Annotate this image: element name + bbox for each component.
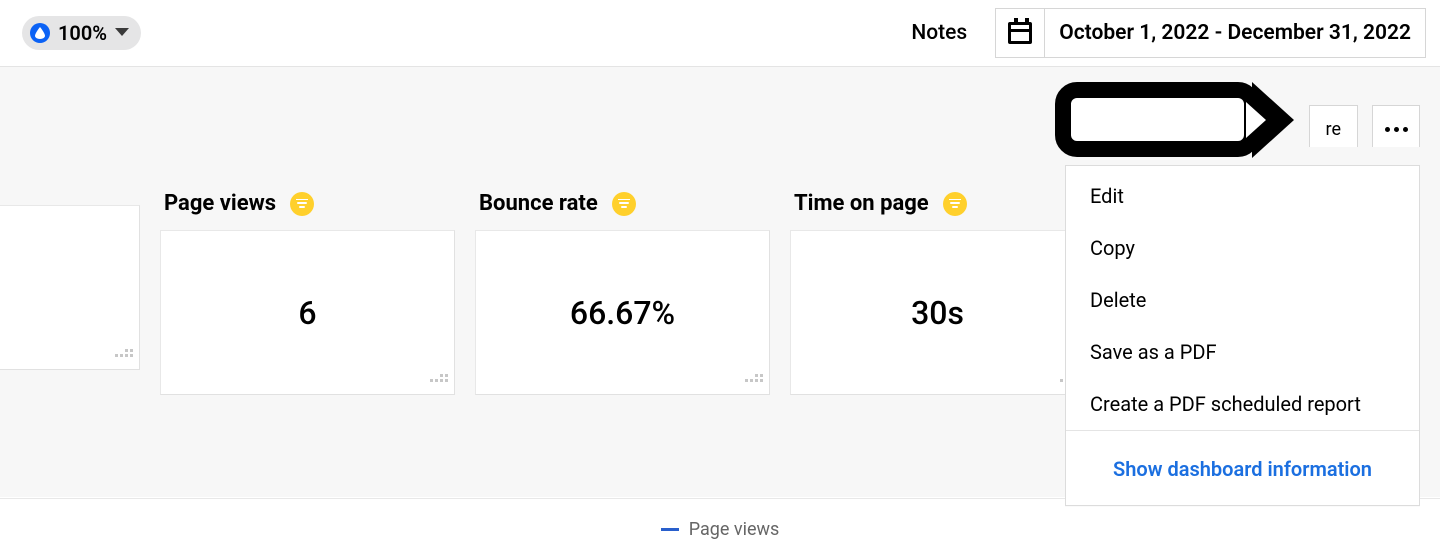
share-button-label: re	[1326, 119, 1341, 140]
toolbar-area: re	[0, 67, 1440, 147]
more-icon	[1394, 127, 1399, 132]
legend-swatch-icon	[661, 528, 679, 531]
more-actions-button[interactable]	[1372, 105, 1420, 153]
droplet-icon	[30, 23, 50, 43]
resize-handle-icon[interactable]	[430, 374, 448, 390]
card-title: Page views	[164, 191, 276, 216]
metric-card-time-on-page: Time on page 30s	[790, 191, 1085, 395]
card-box[interactable]: 30s	[790, 230, 1085, 395]
card-title: Time on page	[794, 191, 929, 216]
card-value: 66.67%	[570, 294, 675, 332]
resize-handle-icon[interactable]	[745, 374, 763, 390]
calendar-icon	[1008, 22, 1032, 44]
menu-item-copy[interactable]: Copy	[1066, 222, 1419, 274]
menu-item-delete[interactable]: Delete	[1066, 274, 1419, 326]
more-icon	[1403, 127, 1408, 132]
metric-card-page-views: Page views 6	[160, 191, 455, 395]
card-value: 30s	[911, 294, 964, 332]
menu-item-dashboard-info[interactable]: Show dashboard information	[1066, 431, 1419, 505]
more-actions-menu: Edit Copy Delete Save as a PDF Create a …	[1065, 165, 1420, 506]
card-box[interactable]	[0, 205, 140, 370]
metric-card-partial	[0, 191, 140, 395]
share-button[interactable]: re	[1309, 105, 1358, 153]
zoom-selector[interactable]: 100%	[22, 16, 141, 50]
more-icon	[1385, 127, 1390, 132]
chart-legend: Page views	[0, 498, 1440, 560]
notes-link[interactable]: Notes	[911, 21, 967, 45]
menu-item-save-pdf[interactable]: Save as a PDF	[1066, 326, 1419, 378]
menu-item-edit[interactable]: Edit	[1066, 166, 1419, 222]
resize-handle-icon[interactable]	[115, 349, 133, 365]
top-bar: 100% Notes October 1, 2022 - December 31…	[0, 0, 1440, 67]
menu-item-schedule-pdf[interactable]: Create a PDF scheduled report	[1066, 378, 1419, 430]
filter-icon[interactable]	[612, 192, 636, 216]
card-value: 6	[298, 294, 316, 332]
topbar-right: Notes October 1, 2022 - December 31, 202…	[911, 8, 1426, 58]
date-range-picker[interactable]: October 1, 2022 - December 31, 2022	[1045, 8, 1426, 58]
date-range-widget: October 1, 2022 - December 31, 2022	[995, 8, 1426, 58]
chevron-down-icon	[115, 28, 129, 38]
filter-icon[interactable]	[943, 192, 967, 216]
metric-card-bounce-rate: Bounce rate 66.67%	[475, 191, 770, 395]
legend-label: Page views	[689, 519, 780, 540]
calendar-button[interactable]	[995, 8, 1045, 58]
filter-icon[interactable]	[290, 192, 314, 216]
card-box[interactable]: 66.67%	[475, 230, 770, 395]
card-title: Bounce rate	[479, 191, 598, 216]
toolbar-right: re	[1309, 105, 1420, 153]
zoom-value: 100%	[58, 21, 107, 45]
card-box[interactable]: 6	[160, 230, 455, 395]
